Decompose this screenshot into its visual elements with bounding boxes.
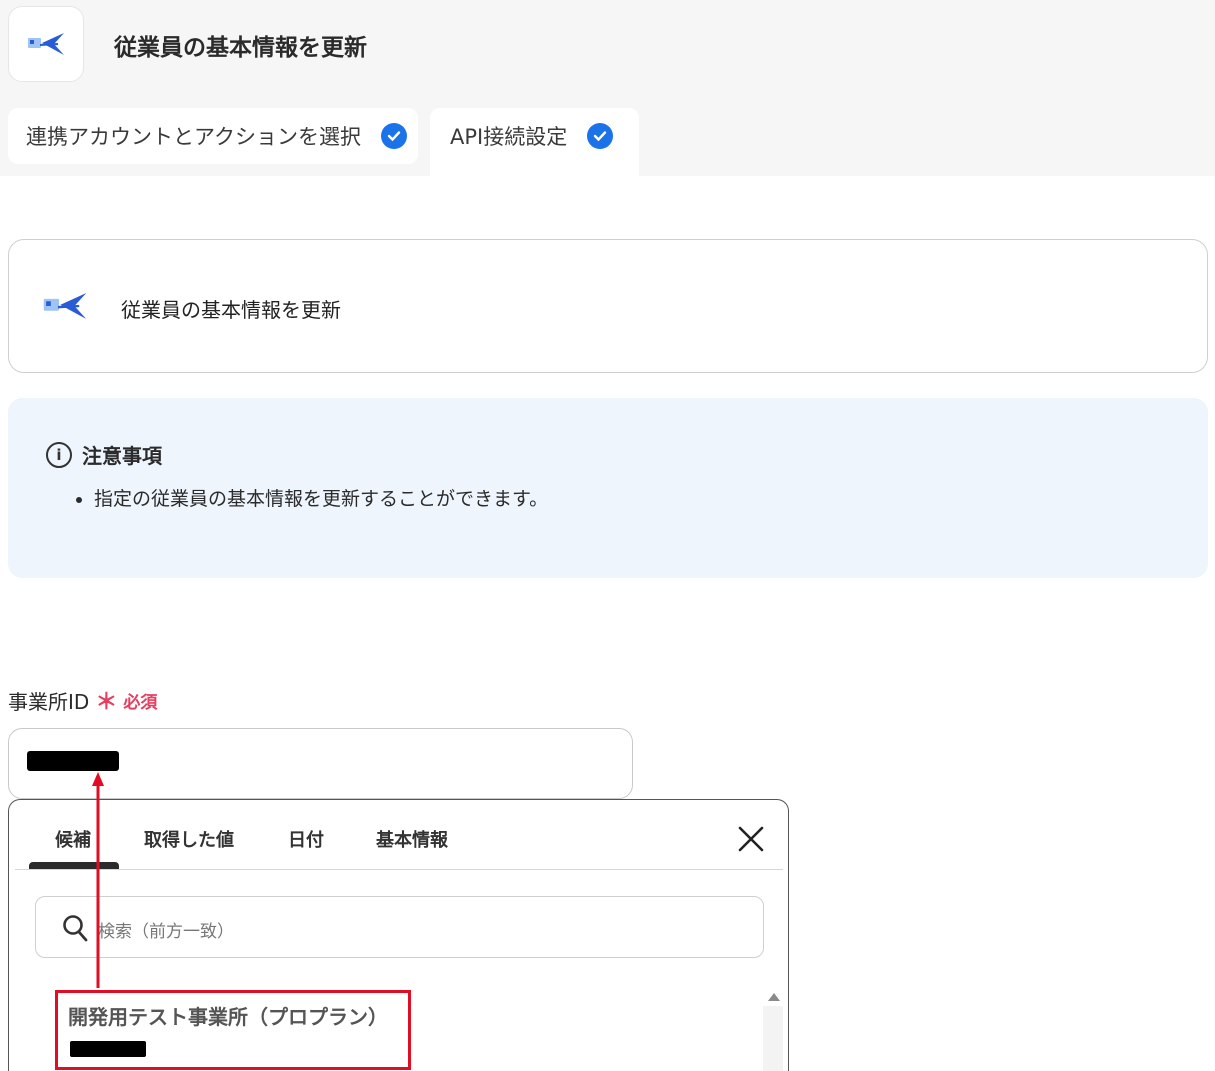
list-item[interactable]: 開発用テスト事業所（プロプラン） [55,990,411,1070]
redacted-value [27,751,119,771]
dropdown-tab-basic-info[interactable]: 基本情報 [376,826,448,852]
tab-account-action[interactable]: 連携アカウントとアクションを選択 [8,108,418,164]
top-bar: 従業員の基本情報を更新 連携アカウントとアクションを選択 API接続設定 [0,0,1215,176]
annotation-arrow [92,772,104,988]
notice-box: i 注意事項 指定の従業員の基本情報を更新することができます。 [8,398,1208,578]
tab-label: API接続設定 [450,125,568,149]
search-placeholder: 検索（前方一致） [98,922,234,942]
close-icon[interactable] [734,822,768,856]
notice-heading-text: 注意事項 [82,444,162,468]
option-name: 開発用テスト事業所（プロプラン） [68,1005,388,1029]
required-text: 必須 [123,692,158,713]
search-icon [62,914,88,946]
search-input[interactable]: 検索（前方一致） [35,896,764,958]
suggestion-dropdown: 候補 取得した値 日付 基本情報 検索（前方一致） 開発用テスト事業所（プロプラ… [8,799,789,1071]
app-bird-icon [39,286,91,330]
dropdown-tab-candidates[interactable]: 候補 [55,826,91,852]
action-card: 従業員の基本情報を更新 [8,239,1208,373]
dropdown-divider [15,869,783,870]
dropdown-tab-date[interactable]: 日付 [288,826,324,852]
check-icon [380,123,407,149]
field-label: 事業所ID ＊ 必須 [8,684,157,716]
notice-item: 指定の従業員の基本情報を更新することができます。 [94,484,548,511]
required-mark: ＊ [95,690,118,715]
tab-api-settings[interactable]: API接続設定 [430,108,639,176]
notice-list: 指定の従業員の基本情報を更新することができます。 [94,484,548,511]
redacted-id [70,1041,146,1057]
action-title: 従業員の基本情報を更新 [121,298,341,322]
info-icon: i [46,441,72,468]
page-title: 従業員の基本情報を更新 [114,35,367,61]
dropdown-tab-fetched-values[interactable]: 取得した値 [144,826,234,852]
field-label-text: 事業所ID [8,689,90,714]
app-bird-icon [8,6,84,82]
check-icon [587,123,614,149]
tab-label: 連携アカウントとアクションを選択 [26,125,361,149]
scroll-up-icon[interactable] [765,988,783,1006]
notice-heading: i 注意事項 [46,440,162,469]
scrollbar[interactable] [763,1006,783,1071]
